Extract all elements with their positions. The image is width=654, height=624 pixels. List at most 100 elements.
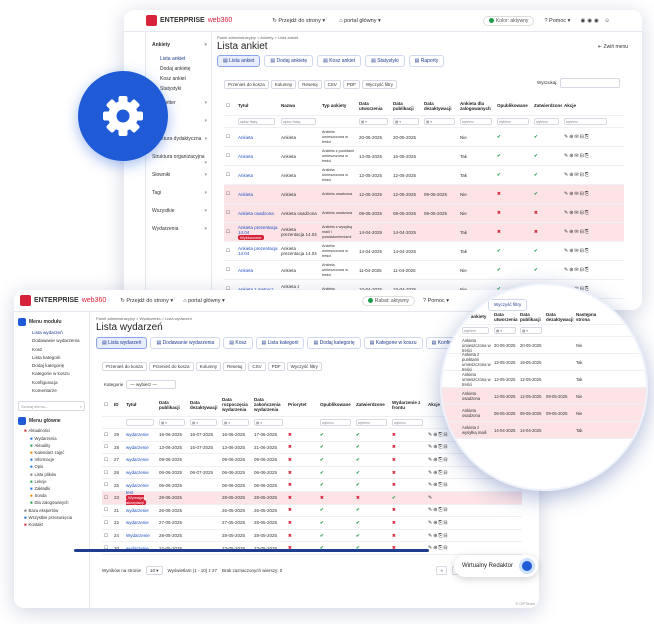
prev-page-button[interactable]: «: [436, 566, 447, 575]
back-row-title[interactable]: Ankieta: [236, 173, 279, 178]
row-checkbox[interactable]: ☐: [224, 248, 236, 254]
action-icons[interactable]: ✎⊕✉⊟⎘: [562, 172, 612, 178]
front-row-title-link[interactable]: Wydarzenie: [126, 533, 150, 538]
front-toolbar-button[interactable]: Przenieś do kosza: [148, 362, 194, 371]
tree-item[interactable]: ■ Zakładki: [20, 485, 89, 492]
tree-item[interactable]: ■ Wydarzenia: [20, 435, 89, 442]
sidebar-link[interactable]: Kosz: [32, 346, 89, 354]
action-icons[interactable]: ✎⊕✉⊟⎘: [562, 229, 612, 235]
row-checkbox[interactable]: ☐: [102, 444, 112, 450]
front-toolbar-button[interactable]: PDF: [267, 362, 285, 371]
front-row-title[interactable]: wydarzenie: [124, 520, 157, 525]
back-toolbar-button[interactable]: Wyczyść filtry: [361, 80, 398, 89]
per-page-select[interactable]: 10 ▾: [145, 566, 163, 575]
back-tab[interactable]: ▤ Raporty: [408, 55, 445, 67]
front-tab[interactable]: ▤ Kategorie w koszu: [363, 337, 423, 349]
back-row-title[interactable]: Ankieta osadzona: [236, 211, 279, 216]
tree-item[interactable]: ■ Lekcje: [20, 478, 89, 485]
title-filter-input[interactable]: [126, 418, 154, 426]
row-checkbox[interactable]: ☐: [224, 172, 236, 178]
tree-item[interactable]: ■ Aktualności: [20, 427, 89, 434]
back-filter-input[interactable]: wpisz frazę: [281, 118, 317, 125]
back-tab[interactable]: ▤ Lista ankiet: [217, 55, 261, 67]
back-tab[interactable]: ▤ Kosz ankiet: [317, 55, 362, 67]
date-filter[interactable]: ▦ ▾: [393, 118, 420, 125]
back-filter-select[interactable]: wybierz: [564, 118, 608, 125]
tree-item[interactable]: ■ Kalendarz zajęć: [20, 449, 89, 456]
action-icons[interactable]: ✎⊕✉⊟⎘: [562, 210, 612, 216]
front-toolbar-button[interactable]: Resetuj: [223, 362, 247, 371]
back-collapse-menu[interactable]: ⇤ Zwiń menu: [598, 44, 628, 50]
row-checkbox[interactable]: ☐: [102, 507, 112, 513]
front-toolbar-button[interactable]: Wyczyść filtry: [286, 362, 322, 371]
front-row-title-link[interactable]: wydarzenie: [126, 432, 149, 437]
front-row-title[interactable]: wydarzenie: [124, 445, 157, 450]
back-sidebar-item[interactable]: Wszystkie ▾: [146, 202, 211, 220]
front-row-title[interactable]: wydarzenie: [124, 432, 157, 437]
back-toolbar-button[interactable]: Kolumny: [270, 80, 297, 89]
front-row-title-link[interactable]: wydarzenie: [126, 457, 149, 462]
back-row-title-link[interactable]: Ankieta: [238, 268, 253, 273]
sidebar-link[interactable]: Dodaj kategorię: [32, 362, 89, 370]
zoom-filter-select[interactable]: ▦ ▾: [494, 327, 516, 334]
back-sidebar-item[interactable]: Słowniki ▾: [146, 166, 211, 184]
row-checkbox[interactable]: ☐: [224, 229, 236, 235]
front-row-title-link[interactable]: wydarzenie: [126, 470, 149, 475]
front-row-title[interactable]: wydarzenie: [124, 470, 157, 475]
front-tab[interactable]: ▤ Kosz: [223, 337, 253, 349]
front-toolbar-button[interactable]: Kolumny: [195, 362, 222, 371]
back-row-title-link[interactable]: Ankieta prezentacja 14.04: [238, 225, 278, 235]
date-filter[interactable]: ▦ ▾: [159, 419, 186, 426]
action-icons[interactable]: ✎⊕✉⊟⎘: [562, 134, 612, 140]
front-row-title-link[interactable]: wydarzenie: [126, 508, 149, 513]
back-tab[interactable]: ▤ Dodaj ankietę: [264, 55, 314, 67]
back-row-title-link[interactable]: Ankieta: [238, 154, 253, 159]
tree-item[interactable]: ■ Opis: [20, 463, 89, 470]
back-row-title-link[interactable]: Ankieta osadzona: [238, 211, 274, 216]
row-checkbox[interactable]: ☐: [102, 457, 112, 463]
pub-filter[interactable]: wybierz: [320, 419, 351, 426]
row-checkbox[interactable]: ☐: [102, 432, 112, 438]
back-help[interactable]: ? Pomoc ▾: [544, 18, 570, 24]
back-portal-select[interactable]: ⌂ portal główny ▾: [339, 18, 381, 24]
back-toolbar-button[interactable]: Przenieś do kosza: [224, 80, 269, 89]
date-filter[interactable]: ▦ ▾: [222, 419, 249, 426]
back-filter-select[interactable]: wybierz: [460, 118, 492, 125]
back-sidebar-item[interactable]: Tagi ▾: [146, 184, 211, 202]
row-checkbox[interactable]: ☐: [224, 153, 236, 159]
back-filter-input[interactable]: wpisz frazę: [238, 118, 275, 125]
sidebar-link[interactable]: Kategorie w koszu: [32, 370, 89, 378]
front-toolbar-button[interactable]: Przenieś do kosza: [102, 362, 147, 371]
tree-item[interactable]: ■ Baza ekspertów: [20, 507, 89, 514]
front-tab[interactable]: ▤ Lista wydarzeń: [96, 337, 148, 349]
back-row-title[interactable]: Ankieta: [236, 135, 279, 140]
select-all-checkbox[interactable]: ☐: [102, 402, 112, 408]
row-checkbox[interactable]: ☐: [224, 267, 236, 273]
action-icons[interactable]: ✎⊕⎘⊟: [426, 507, 472, 513]
front-toolbar-button[interactable]: CSV: [248, 362, 266, 371]
back-row-title-link[interactable]: Ankieta: [238, 135, 253, 140]
back-row-title[interactable]: Ankieta: [236, 154, 279, 159]
back-row-title[interactable]: Ankieta prezentacja 14.04 Wykluczone: [236, 225, 279, 240]
row-checkbox[interactable]: ☐: [102, 520, 112, 526]
front-row-title-link[interactable]: wydarzenie: [126, 483, 149, 488]
action-icons[interactable]: ✎: [426, 495, 472, 501]
front-filter[interactable]: wybierz: [392, 419, 423, 426]
zoom-filter-select[interactable]: ▦ ▾: [520, 327, 542, 334]
front-go-page-link[interactable]: ↻ Przejdź do strony ▾: [120, 298, 173, 304]
sidebar-link[interactable]: Lista kategorii: [32, 354, 89, 362]
tree-item[interactable]: ■ Kontakt: [20, 521, 89, 528]
horizontal-scrollbar[interactable]: [74, 549, 429, 552]
action-icons[interactable]: ✎⊕✉⊟⎘: [562, 248, 612, 254]
tree-item[interactable]: ■ Sonda: [20, 492, 89, 499]
row-checkbox[interactable]: ☐: [102, 495, 112, 501]
row-checkbox[interactable]: ☐: [102, 533, 112, 539]
tree-item[interactable]: ■ Lista plików: [20, 471, 89, 478]
row-checkbox[interactable]: ☐: [102, 482, 112, 488]
back-row-title-link[interactable]: Ankieta: [238, 173, 253, 178]
tree-item[interactable]: ■ Aktuality: [20, 442, 89, 449]
back-row-title-link[interactable]: Ankieta: [238, 192, 253, 197]
back-search-input[interactable]: [560, 78, 620, 88]
back-toolbar-button[interactable]: CSV: [323, 80, 341, 89]
date-filter[interactable]: ▦ ▾: [424, 118, 455, 125]
